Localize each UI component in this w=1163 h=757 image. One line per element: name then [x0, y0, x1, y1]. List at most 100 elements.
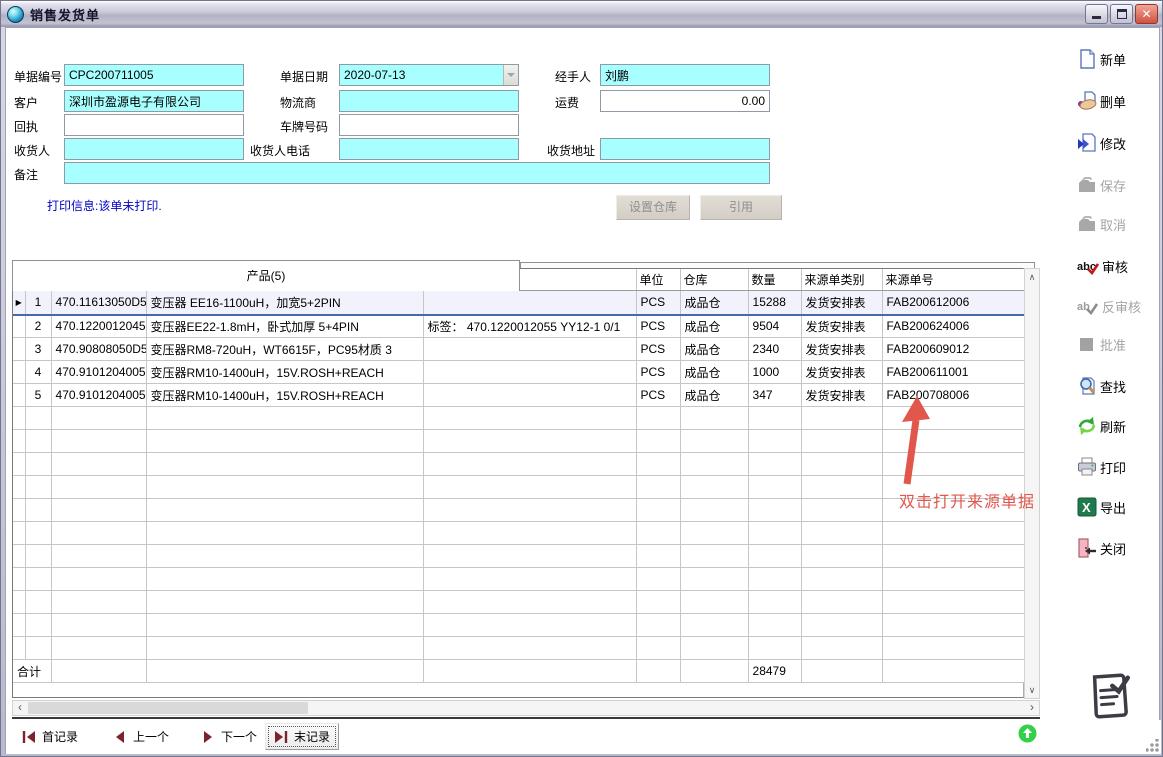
table-empty-row[interactable] [13, 545, 1025, 568]
cell-unit[interactable] [636, 591, 680, 614]
table-empty-row[interactable] [13, 407, 1025, 430]
cell-seq[interactable]: 4 [25, 361, 51, 384]
cell-name[interactable] [146, 545, 423, 568]
table-row[interactable]: 5470.9101204005变压器RM10-1400uH，15V.ROSH+R… [13, 384, 1025, 407]
cell-qty[interactable]: 2340 [748, 338, 801, 361]
cell-seq[interactable]: 2 [25, 315, 51, 338]
customer-input[interactable] [64, 90, 244, 112]
cell-code[interactable] [51, 522, 146, 545]
cell-name[interactable]: 变压器RM10-1400uH，15V.ROSH+REACH [146, 361, 423, 384]
cell-code[interactable] [51, 476, 146, 499]
receiver-phone-input[interactable] [339, 138, 519, 160]
cell-spec[interactable] [423, 407, 636, 430]
cell-spec[interactable] [423, 614, 636, 637]
cell-name[interactable] [146, 453, 423, 476]
cell-qty[interactable] [748, 522, 801, 545]
cell-warehouse[interactable]: 成品仓 [680, 361, 748, 384]
cell-source-no[interactable]: FAB200609012 [882, 338, 1025, 361]
cell-unit[interactable] [636, 430, 680, 453]
cell-unit[interactable]: PCS [636, 384, 680, 407]
cell-name[interactable]: 变压器 EE16-1100uH，加宽5+2PIN [146, 290, 423, 315]
col-header-qty[interactable]: 数量 [748, 269, 801, 290]
cell-source-type[interactable] [801, 614, 882, 637]
scroll-left-icon[interactable]: ‹ [13, 701, 27, 715]
cell-name[interactable] [146, 522, 423, 545]
sidebar-button-close-form[interactable]: 关闭 [1077, 536, 1161, 560]
col-header-unit[interactable]: 单位 [636, 269, 680, 290]
cell-warehouse[interactable] [680, 453, 748, 476]
freight-input[interactable] [600, 90, 770, 112]
cell-warehouse[interactable]: 成品仓 [680, 338, 748, 361]
last-record-button[interactable]: 末记录 [265, 723, 339, 750]
cell-source-type[interactable] [801, 545, 882, 568]
cell-code[interactable]: 470.9101204005 [51, 361, 146, 384]
table-empty-row[interactable] [13, 614, 1025, 637]
cell-code[interactable] [51, 453, 146, 476]
cell-seq[interactable] [25, 568, 51, 591]
cell-warehouse[interactable] [680, 522, 748, 545]
cell-code[interactable] [51, 407, 146, 430]
cell-unit[interactable]: PCS [636, 338, 680, 361]
cell-source-no[interactable]: FAB200611001 [882, 361, 1025, 384]
cell-source-type[interactable]: 发货安排表 [801, 290, 882, 315]
cell-warehouse[interactable] [680, 637, 748, 660]
scroll-up-icon[interactable]: ∧ [1025, 269, 1039, 285]
doc-date-field[interactable] [339, 64, 519, 86]
logistics-input[interactable] [339, 90, 519, 112]
cell-seq[interactable]: 3 [25, 338, 51, 361]
cell-spec[interactable] [423, 545, 636, 568]
remark-input[interactable] [64, 162, 770, 184]
cell-source-type[interactable] [801, 591, 882, 614]
table-row[interactable]: ▶1470.11613050D5变压器 EE16-1100uH，加宽5+2PIN… [13, 290, 1025, 315]
handler-input[interactable] [600, 64, 770, 86]
plate-no-input[interactable] [339, 114, 519, 136]
receiver-addr-input[interactable] [600, 138, 770, 160]
cell-name[interactable]: 变压器EE22-1.8mH，卧式加厚 5+4PIN [146, 315, 423, 338]
cell-spec[interactable] [423, 522, 636, 545]
cell-code[interactable] [51, 499, 146, 522]
reference-button[interactable]: 引用 [700, 195, 782, 220]
first-record-button[interactable]: 首记录 [14, 723, 86, 750]
cell-seq[interactable] [25, 430, 51, 453]
cell-source-type[interactable]: 发货安排表 [801, 361, 882, 384]
scroll-down-icon[interactable]: ∨ [1025, 682, 1039, 698]
cell-source-type[interactable] [801, 568, 882, 591]
cell-unit[interactable] [636, 568, 680, 591]
cell-code[interactable] [51, 568, 146, 591]
cell-unit[interactable] [636, 637, 680, 660]
cell-source-no[interactable] [882, 568, 1025, 591]
table-empty-row[interactable] [13, 637, 1025, 660]
cell-qty[interactable]: 15288 [748, 290, 801, 315]
cell-seq[interactable] [25, 522, 51, 545]
tab-products[interactable]: 产品(5) [12, 260, 520, 291]
cell-code[interactable] [51, 591, 146, 614]
cell-warehouse[interactable] [680, 407, 748, 430]
cell-source-type[interactable] [801, 407, 882, 430]
table-empty-row[interactable] [13, 453, 1025, 476]
cell-spec[interactable] [423, 361, 636, 384]
close-button[interactable]: ✕ [1135, 4, 1158, 24]
table-empty-row[interactable] [13, 591, 1025, 614]
cell-source-no[interactable] [882, 637, 1025, 660]
cell-seq[interactable] [25, 476, 51, 499]
cell-source-type[interactable]: 发货安排表 [801, 384, 882, 407]
cell-qty[interactable] [748, 591, 801, 614]
sidebar-button-print[interactable]: 打印 [1077, 455, 1161, 479]
cell-qty[interactable] [748, 637, 801, 660]
cell-code[interactable]: 470.11613050D5 [51, 290, 146, 315]
receipt-input[interactable] [64, 114, 244, 136]
cell-warehouse[interactable] [680, 499, 748, 522]
cell-name[interactable] [146, 476, 423, 499]
scroll-right-icon[interactable]: › [1025, 701, 1039, 715]
cell-name[interactable] [146, 568, 423, 591]
cell-qty[interactable] [748, 614, 801, 637]
cell-seq[interactable] [25, 614, 51, 637]
cell-seq[interactable] [25, 637, 51, 660]
cell-qty[interactable] [748, 499, 801, 522]
cell-source-no[interactable] [882, 591, 1025, 614]
cell-code[interactable]: 470.90808050D5 [51, 338, 146, 361]
cell-spec[interactable] [423, 637, 636, 660]
cell-spec[interactable] [423, 476, 636, 499]
cell-code[interactable] [51, 545, 146, 568]
minimize-button[interactable] [1085, 4, 1108, 24]
